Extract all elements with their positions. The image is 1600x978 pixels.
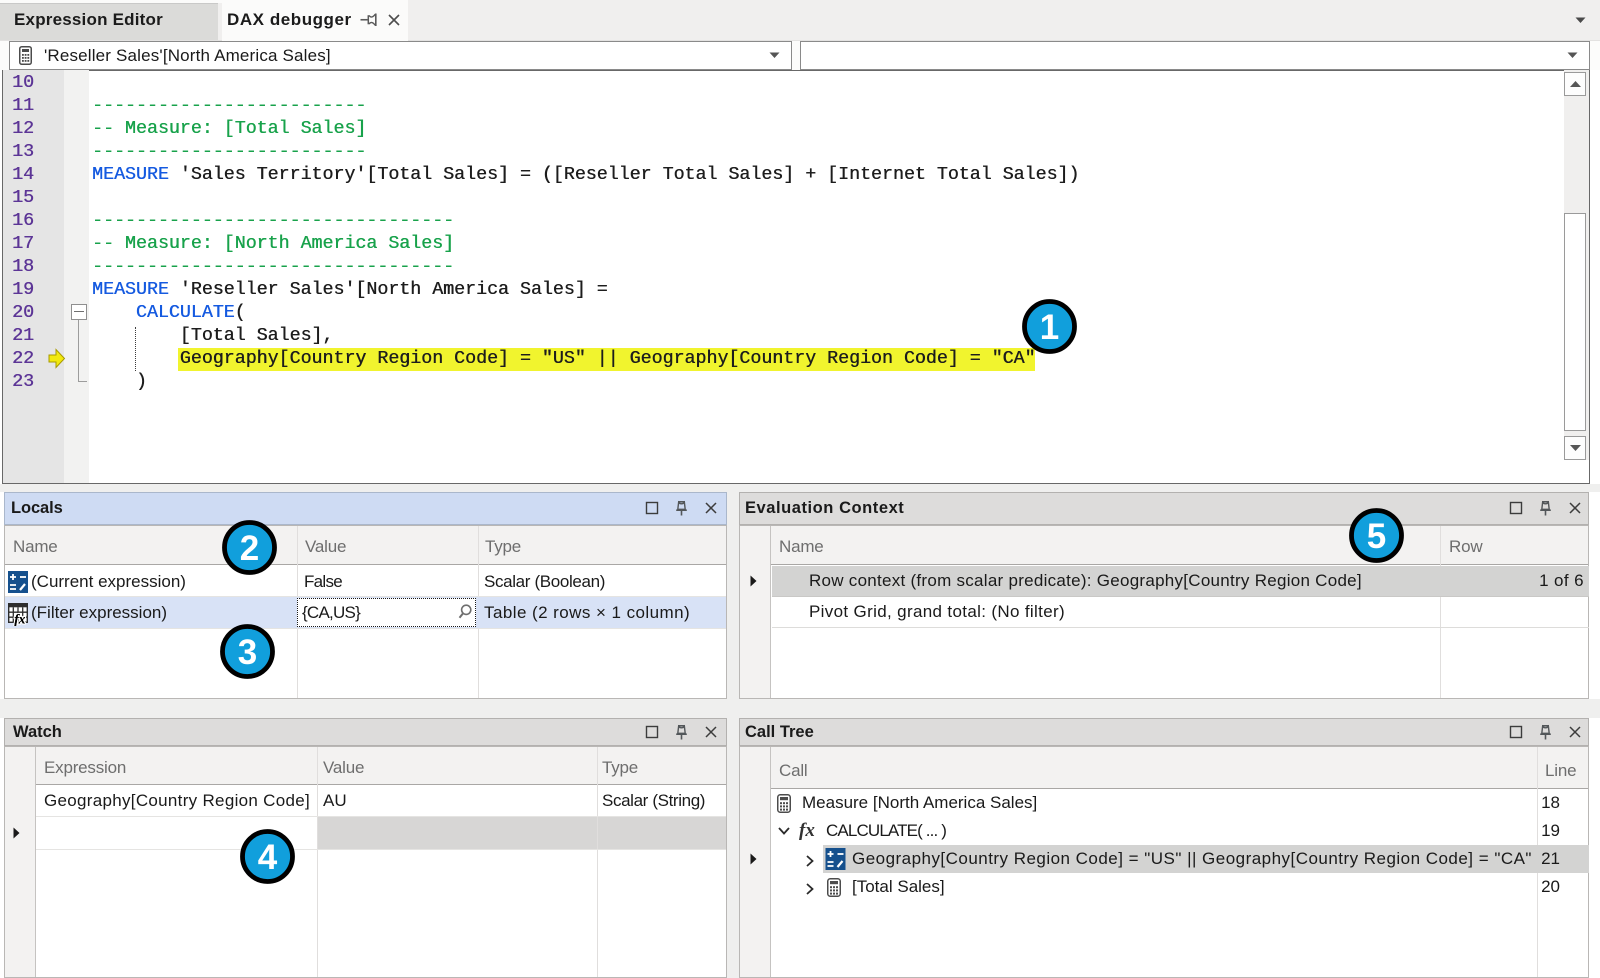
svg-text:5: 5 <box>1366 517 1385 556</box>
svg-text:4: 4 <box>257 838 277 877</box>
svg-text:2: 2 <box>239 529 258 568</box>
svg-text:fx: fx <box>14 612 25 627</box>
svg-text:1: 1 <box>1039 308 1058 347</box>
svg-text:3: 3 <box>237 633 256 672</box>
